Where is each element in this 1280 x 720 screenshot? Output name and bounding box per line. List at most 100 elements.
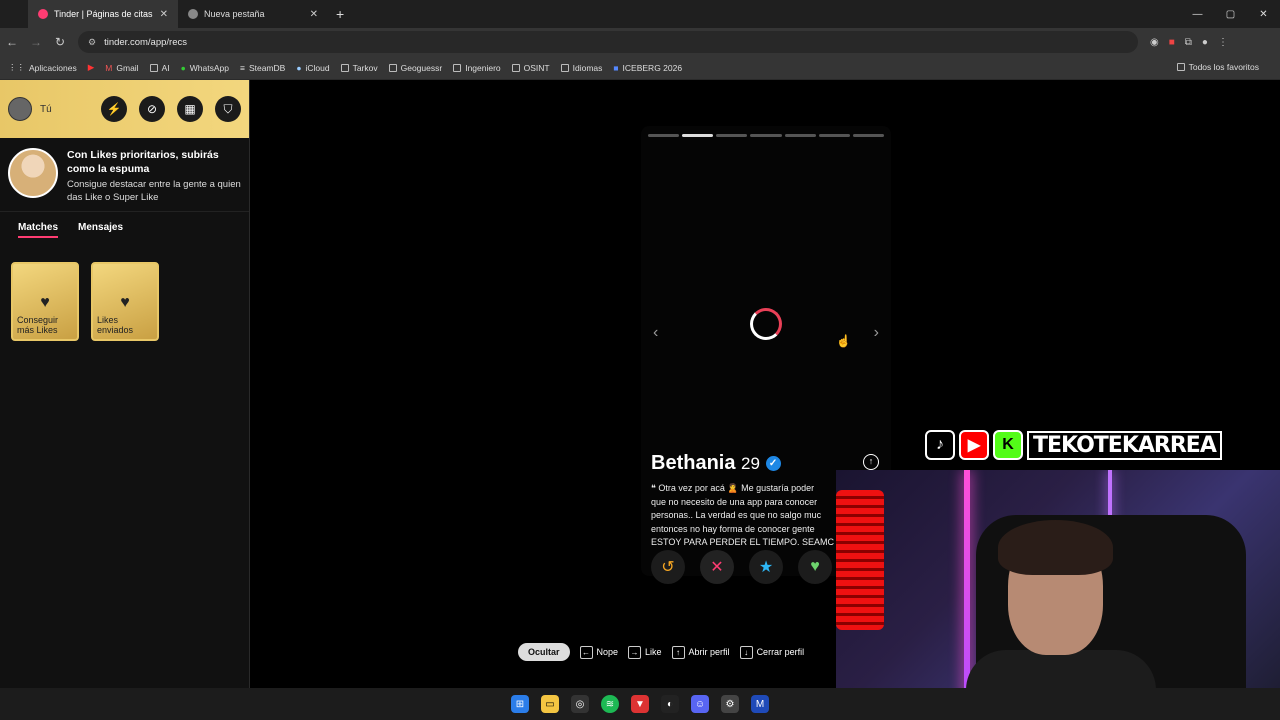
- get-more-likes-card[interactable]: ♥ Conseguir más Likes: [11, 262, 79, 341]
- reload-icon[interactable]: ↻: [48, 35, 72, 49]
- tab-mensajes[interactable]: Mensajes: [78, 222, 123, 238]
- tab-matches[interactable]: Matches: [18, 222, 59, 238]
- bookmark-steamdb[interactable]: ≡ SteamDB: [240, 63, 285, 73]
- window-controls: — ▢ ✕: [1181, 0, 1280, 28]
- profile-name: Bethania 29 ✓: [651, 452, 781, 475]
- folder-icon: [388, 63, 397, 72]
- sidebar-icons: ⚡ ⊘ ▦ ⛉: [101, 96, 241, 122]
- heart-speed-icon: ♥: [120, 294, 130, 311]
- photo-indicator[interactable]: [682, 134, 714, 137]
- tab-tinder[interactable]: Tinder | Páginas de citas ✕: [28, 0, 178, 28]
- steam-icon[interactable]: ⚙: [721, 695, 739, 713]
- youtube-icon: ▶: [959, 430, 989, 460]
- gmail-icon: M: [105, 62, 113, 73]
- app-icon[interactable]: M: [751, 695, 769, 713]
- extension-icon[interactable]: ◉: [1150, 37, 1159, 48]
- all-bookmarks[interactable]: Todos los favoritos: [1176, 62, 1259, 72]
- spotify-icon[interactable]: ≋: [601, 695, 619, 713]
- close-icon[interactable]: ✕: [160, 9, 168, 20]
- like-button[interactable]: ♥: [798, 550, 832, 584]
- user-label[interactable]: Tú: [40, 104, 52, 115]
- explore-icon[interactable]: ⊘: [139, 96, 165, 122]
- photo-indicator[interactable]: [648, 134, 680, 137]
- rewind-button[interactable]: ↺: [651, 550, 685, 584]
- avatar[interactable]: [8, 97, 32, 121]
- bookmark-tarkov[interactable]: Tarkov: [340, 63, 378, 73]
- channel-name: TEKOTEKARREA: [1027, 430, 1222, 460]
- bookmarks-bar: ⋮⋮ Aplicaciones ▶ M Gmail AI ● WhatsApp ≡ St…: [0, 56, 1280, 80]
- extension-icon[interactable]: ■: [1169, 37, 1175, 48]
- site-info-icon[interactable]: ⚙: [88, 37, 96, 48]
- person-hair: [998, 520, 1113, 575]
- bookmark-iceberg[interactable]: ■ ICEBERG 2026: [613, 63, 682, 73]
- bookmark-osint[interactable]: OSINT: [511, 63, 550, 73]
- bookmark-whatsapp[interactable]: ● WhatsApp: [181, 63, 229, 73]
- hide-button[interactable]: Ocultar: [518, 643, 570, 661]
- heart-speed-icon: ♥: [40, 294, 50, 311]
- shield-icon[interactable]: ⛉: [215, 96, 241, 122]
- app-icon[interactable]: ◐: [661, 695, 679, 713]
- toolbar-icons: ◉ ■ ⧉ ● ⋮: [1150, 37, 1228, 48]
- bookmark-ingeniero[interactable]: Ingeniero: [453, 63, 501, 73]
- super-like-button[interactable]: ★: [749, 550, 783, 584]
- boost-icon[interactable]: ⚡: [101, 96, 127, 122]
- url-input[interactable]: ⚙ tinder.com/app/recs: [78, 31, 1138, 53]
- bookmark-icloud[interactable]: ● iCloud: [296, 63, 329, 73]
- shortcut-like: → Like: [628, 645, 662, 659]
- next-photo-icon[interactable]: ›: [874, 324, 879, 342]
- hand-cursor-icon: ☝: [836, 334, 851, 348]
- browser-tab-strip: Tinder | Páginas de citas ✕ Nueva pestañ…: [0, 0, 1280, 28]
- nope-button[interactable]: ✕: [700, 550, 734, 584]
- stream-overlay-banner: ♪ ▶ K TEKOTEKARREA: [925, 428, 1230, 462]
- bookmark-ai[interactable]: AI: [149, 63, 170, 73]
- discord-icon[interactable]: ☺: [691, 695, 709, 713]
- address-bar-row: ← → ↻ ⚙ tinder.com/app/recs ◉ ■ ⧉ ● ⋮: [0, 28, 1280, 56]
- bookmark-idiomas[interactable]: Idiomas: [560, 63, 602, 73]
- extensions-icon[interactable]: ⧉: [1185, 37, 1192, 48]
- up-key-icon: ↑: [671, 645, 685, 659]
- file-explorer-icon[interactable]: ▭: [541, 695, 559, 713]
- microphone: [836, 490, 884, 630]
- open-profile-icon[interactable]: ↑: [863, 454, 879, 470]
- bookmark-gmail[interactable]: M Gmail: [105, 63, 138, 73]
- folder-icon: [511, 63, 520, 72]
- maximize-icon[interactable]: ▢: [1214, 9, 1247, 20]
- shortcut-nope: ← Nope: [579, 645, 618, 659]
- tab-title: Nueva pestaña: [204, 9, 265, 19]
- photo-indicator[interactable]: [750, 134, 782, 137]
- shortcut-close-profile: ↓ Cerrar perfil: [739, 645, 804, 659]
- minimize-icon[interactable]: —: [1181, 9, 1214, 20]
- iceberg-icon: ■: [613, 62, 619, 73]
- windows-start-icon[interactable]: ⊞: [511, 695, 529, 713]
- likes-sent-card[interactable]: ♥ Likes enviados: [91, 262, 159, 341]
- profile-icon[interactable]: ●: [1202, 37, 1208, 48]
- photo-indicator[interactable]: [818, 134, 850, 137]
- folder-icon: [560, 63, 569, 72]
- forward-icon[interactable]: →: [24, 35, 48, 49]
- menu-icon[interactable]: ⋮: [1218, 37, 1228, 48]
- close-icon[interactable]: ✕: [310, 9, 318, 20]
- tab-new[interactable]: Nueva pestaña ✕: [178, 0, 328, 28]
- prev-photo-icon[interactable]: ‹: [653, 324, 658, 342]
- taskbar: ⊞ ▭ ◎ ≋ ▼ ◐ ☺ ⚙ M: [0, 688, 1280, 720]
- photo-indicator[interactable]: [852, 134, 884, 137]
- folder-icon: [340, 63, 349, 72]
- photo-indicator[interactable]: [784, 134, 816, 137]
- profile-bio: ❝ Otra vez por acá 🙎 Me gustaría poder q…: [651, 483, 835, 547]
- photo-indicator[interactable]: [716, 134, 748, 137]
- chrome-icon[interactable]: ◎: [571, 695, 589, 713]
- bookmark-apps[interactable]: ⋮⋮ Aplicaciones: [8, 62, 77, 73]
- close-window-icon[interactable]: ✕: [1247, 9, 1280, 20]
- bookmark-geoguessr[interactable]: Geoguessr: [388, 63, 442, 73]
- back-icon[interactable]: ←: [0, 35, 24, 49]
- priority-likes-promo[interactable]: Con Likes prioritarios, subirás como la …: [0, 138, 249, 212]
- briefcase-icon[interactable]: ▦: [177, 96, 203, 122]
- folder-icon: [453, 63, 462, 72]
- new-tab-button[interactable]: +: [336, 6, 344, 22]
- verified-icon: ✓: [765, 456, 781, 472]
- folder-icon: [149, 63, 158, 72]
- bookmark-youtube[interactable]: ▶: [88, 62, 95, 73]
- sidebar-header: Tú ⚡ ⊘ ▦ ⛉: [0, 80, 249, 138]
- promo-subtitle: Consigue destacar entre la gente a quien…: [67, 179, 241, 203]
- brave-icon[interactable]: ▼: [631, 695, 649, 713]
